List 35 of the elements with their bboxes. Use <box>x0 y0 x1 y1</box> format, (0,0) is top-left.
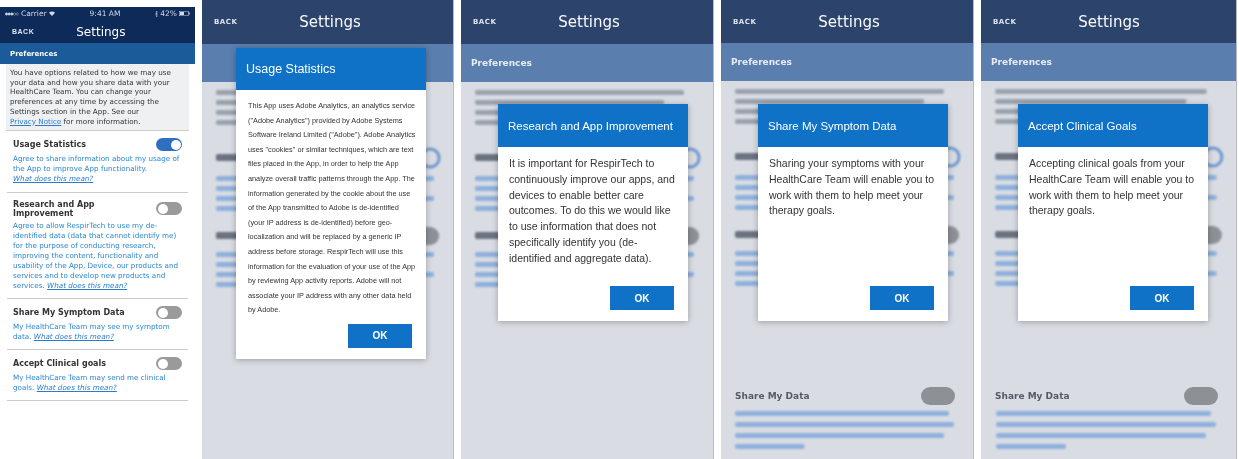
setting-title: Accept Clinical goals <box>13 359 107 369</box>
setting-title: Share My Data <box>735 391 810 401</box>
dialog-title: Accept Clinical Goals <box>1028 119 1137 132</box>
ok-button[interactable]: OK <box>348 323 412 348</box>
wifi-icon <box>48 11 55 16</box>
ok-button[interactable]: OK <box>610 286 674 310</box>
ok-button[interactable]: OK <box>870 286 934 310</box>
battery-icon <box>179 11 190 16</box>
dialog-text: It is important for RespirTech to continuously improve our apps, and devices to enable better care outcomes. To do this we would like to use information that does not specifically identify you (de-identified and aggregate data). <box>508 156 676 266</box>
setting-title: Share My Data <box>995 391 1070 401</box>
screen-title: Settings <box>76 24 126 39</box>
dialog-title: Usage Statistics <box>246 62 336 76</box>
bluetooth-icon <box>155 10 159 17</box>
screen-title: Settings <box>299 13 361 31</box>
toggle-icon <box>1184 387 1218 405</box>
setting-title: Research and App Improvement <box>13 199 96 218</box>
toggle-icon <box>921 387 955 405</box>
dialog-text: Accepting clinical goals from your HealthCare Team will enable you to work with them to help meet your therapy goals. <box>1028 156 1195 219</box>
screen-title: Settings <box>818 12 880 31</box>
toggle-switch[interactable] <box>156 357 182 371</box>
signal-icon <box>5 11 19 16</box>
dialog-text: Sharing your symptoms with your HealthCare Team will enable you to work with them to help meet your therapy goals. <box>768 156 935 219</box>
dialog-title: Share My Symptom Data <box>768 119 897 132</box>
section-title: Preferences <box>991 57 1052 67</box>
toggle-switch[interactable] <box>156 138 182 152</box>
dialog-title: Research and App Improvement <box>508 119 673 132</box>
section-title: Preferences <box>731 57 792 67</box>
screen-title: Settings <box>558 13 620 31</box>
toggle-switch[interactable] <box>156 202 182 216</box>
section-title: Preferences <box>471 58 532 68</box>
ok-button[interactable]: OK <box>1130 286 1194 310</box>
screen-title: Settings <box>1078 12 1140 31</box>
toggle-switch[interactable] <box>156 306 182 320</box>
setting-title: Usage Statistics <box>13 140 86 150</box>
setting-title: Share My Symptom Data <box>13 308 125 318</box>
